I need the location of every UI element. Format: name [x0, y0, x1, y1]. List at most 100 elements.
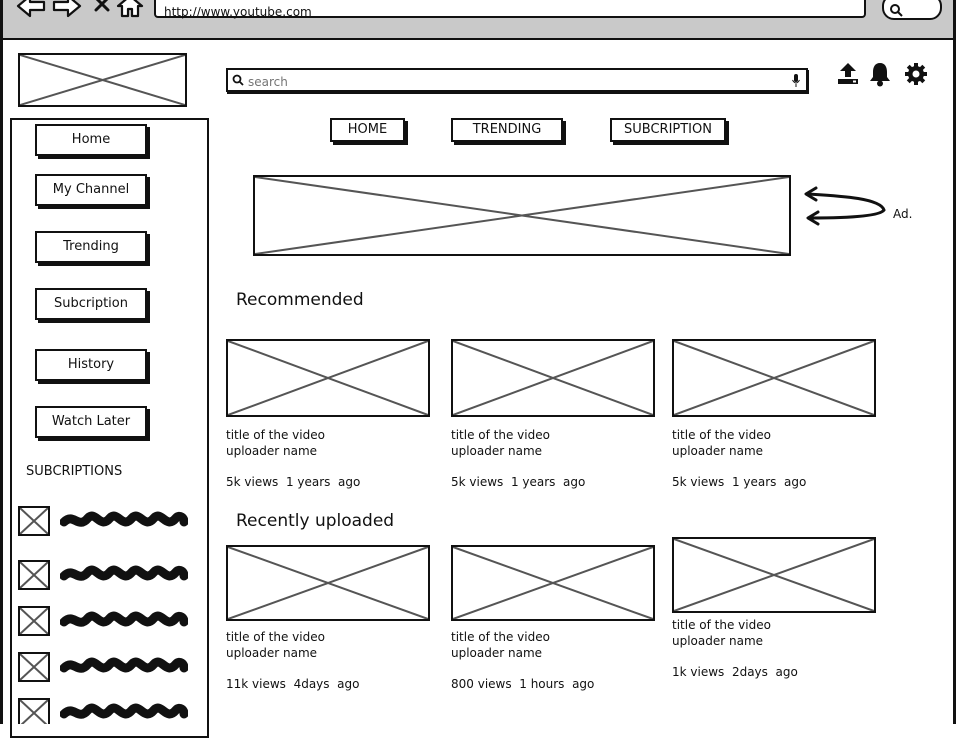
microphone-icon[interactable] [792, 74, 800, 88]
sidebar-item-subscription[interactable]: Subcription [35, 288, 147, 320]
window-frame-left [0, 0, 3, 724]
video-age: 1 years ago [731, 475, 807, 489]
home-icon[interactable] [116, 0, 144, 18]
channel-avatar [18, 652, 50, 682]
channel-name-scribble-icon [60, 565, 188, 581]
video-thumbnail[interactable] [226, 339, 430, 417]
video-meta: 800 views 1 hours ago [451, 676, 594, 692]
nav-home-label: HOME [347, 122, 388, 137]
image-placeholder-icon [228, 341, 428, 415]
image-placeholder-icon [20, 608, 48, 634]
close-icon[interactable] [94, 0, 110, 12]
image-placeholder-icon [674, 341, 874, 415]
video-uploader[interactable]: uploader name [672, 633, 763, 649]
channel-name-scribble-icon [60, 611, 188, 627]
video-title[interactable]: title of the video [451, 629, 550, 645]
image-placeholder-icon [453, 341, 653, 415]
subscription-item[interactable] [18, 604, 198, 636]
section-title-recommended: Recommended [236, 290, 364, 310]
url-bar[interactable]: http://www.youtube.com [154, 0, 866, 19]
nav-home-button[interactable]: HOME [330, 118, 405, 142]
ad-annotation-arrow-icon [804, 186, 886, 226]
video-views: 1k views [672, 665, 725, 679]
sidebar-item-label: Watch Later [51, 414, 131, 429]
video-title[interactable]: title of the video [672, 427, 771, 443]
channel-avatar [18, 560, 50, 590]
video-uploader[interactable]: uploader name [226, 645, 317, 661]
video-uploader[interactable]: uploader name [451, 443, 542, 459]
subscription-item[interactable] [18, 558, 198, 590]
subscriptions-heading: SUBCRIPTIONS [26, 464, 123, 479]
back-icon[interactable] [16, 0, 46, 18]
sidebar-item-home[interactable]: Home [35, 124, 147, 156]
url-text: http://www.youtube.com [164, 5, 312, 19]
nav-trending-button[interactable]: TRENDING [451, 118, 563, 142]
video-thumbnail[interactable] [672, 339, 876, 417]
subscription-item[interactable] [18, 650, 198, 682]
nav-trending-label: TRENDING [472, 122, 542, 137]
video-age: 4days ago [293, 677, 360, 691]
video-meta: 5k views 1 years ago [226, 474, 360, 490]
sidebar-item-label: Subcription [53, 296, 128, 311]
ad-label: Ad. [893, 207, 913, 221]
sidebar-item-watch-later[interactable]: Watch Later [35, 406, 147, 438]
channel-avatar [18, 606, 50, 636]
video-title[interactable]: title of the video [226, 629, 325, 645]
nav-subscription-button[interactable]: SUBCRIPTION [610, 118, 726, 142]
search-icon [890, 4, 903, 17]
video-thumbnail[interactable] [451, 545, 655, 621]
channel-name-scribble-icon [60, 703, 188, 719]
video-uploader[interactable]: uploader name [451, 645, 542, 661]
upload-icon[interactable] [836, 62, 860, 86]
video-age: 1 years ago [510, 475, 586, 489]
image-placeholder-icon [228, 547, 428, 619]
bell-icon[interactable] [868, 61, 892, 87]
video-thumbnail[interactable] [672, 537, 876, 613]
video-age: 2days ago [731, 665, 798, 679]
sidebar-item-label: Trending [63, 239, 119, 254]
video-thumbnail[interactable] [226, 545, 430, 621]
browser-nav-icons [16, 0, 144, 18]
sidebar-item-my-channel[interactable]: My Channel [35, 174, 147, 206]
image-placeholder-icon [20, 700, 48, 724]
sidebar-item-history[interactable]: History [35, 349, 147, 381]
channel-name-scribble-icon [60, 511, 188, 527]
section-title-recently-uploaded: Recently uploaded [236, 511, 395, 531]
image-placeholder-icon [20, 55, 185, 105]
video-views: 5k views [451, 475, 504, 489]
image-placeholder-icon [20, 654, 48, 680]
video-thumbnail[interactable] [451, 339, 655, 417]
video-title[interactable]: title of the video [226, 427, 325, 443]
subscription-item[interactable] [18, 504, 198, 536]
gear-icon[interactable] [904, 62, 928, 86]
video-age: 1 years ago [285, 475, 361, 489]
sidebar-item-label: Home [71, 132, 111, 147]
subscription-item[interactable] [18, 696, 198, 724]
sidebar-item-label: My Channel [52, 182, 130, 197]
channel-avatar [18, 698, 50, 724]
logo[interactable] [18, 53, 187, 107]
video-title[interactable]: title of the video [451, 427, 550, 443]
image-placeholder-icon [255, 177, 789, 254]
browser-search-box[interactable] [882, 0, 942, 20]
image-placeholder-icon [453, 547, 653, 619]
video-views: 5k views [226, 475, 279, 489]
video-views: 11k views [226, 677, 286, 691]
video-title[interactable]: title of the video [672, 617, 771, 633]
video-uploader[interactable]: uploader name [226, 443, 317, 459]
video-uploader[interactable]: uploader name [672, 443, 763, 459]
ad-banner[interactable] [253, 175, 791, 256]
image-placeholder-icon [20, 508, 48, 534]
video-meta: 5k views 1 years ago [451, 474, 585, 490]
video-meta: 1k views 2days ago [672, 664, 798, 680]
search-input-container [226, 68, 808, 92]
nav-subscription-label: SUBCRIPTION [624, 122, 712, 137]
video-views: 5k views [672, 475, 725, 489]
sidebar-item-trending[interactable]: Trending [35, 231, 147, 263]
image-placeholder-icon [20, 562, 48, 588]
channel-name-scribble-icon [60, 657, 188, 673]
forward-icon[interactable] [52, 0, 82, 18]
search-input[interactable] [246, 72, 790, 92]
video-views: 800 views [451, 677, 512, 691]
video-age: 1 hours ago [519, 677, 595, 691]
